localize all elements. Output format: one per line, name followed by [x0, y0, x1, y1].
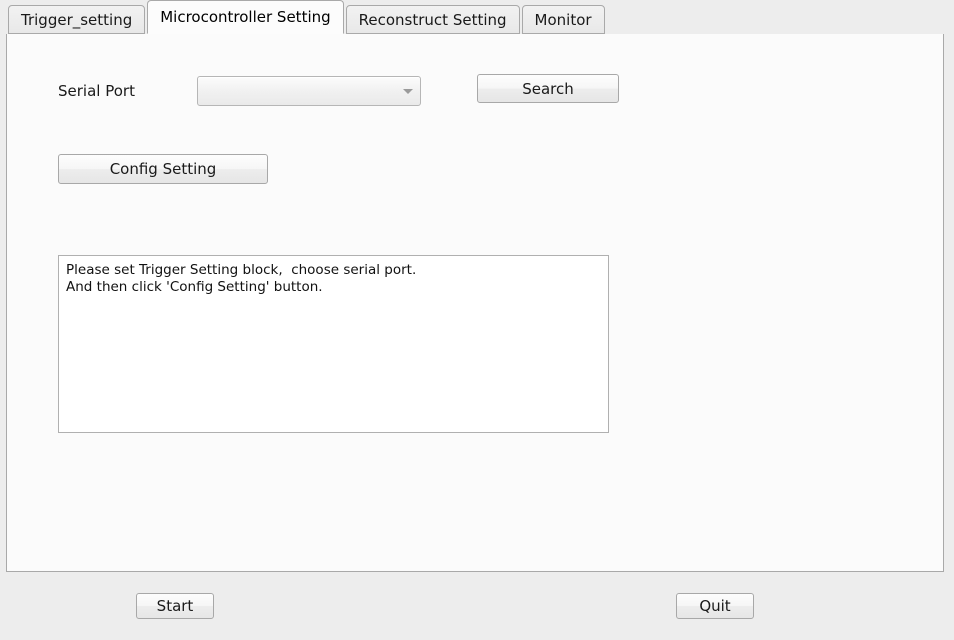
serial-port-select[interactable] [197, 76, 421, 106]
status-log-textarea[interactable]: Please set Trigger Setting block, choose… [58, 255, 609, 433]
start-button[interactable]: Start [136, 593, 214, 619]
config-setting-button[interactable]: Config Setting [58, 154, 268, 184]
tab-bar: Trigger_setting Microcontroller Setting … [0, 0, 954, 34]
tab-trigger-setting[interactable]: Trigger_setting [8, 5, 146, 34]
serial-port-label: Serial Port [58, 82, 135, 100]
tab-reconstruct-setting[interactable]: Reconstruct Setting [345, 5, 520, 34]
chevron-down-icon [396, 88, 420, 94]
quit-button[interactable]: Quit [676, 593, 754, 619]
tab-monitor[interactable]: Monitor [521, 5, 605, 34]
tab-microcontroller-setting[interactable]: Microcontroller Setting [147, 0, 344, 34]
main-content-panel: Serial Port Search Config Setting Please… [6, 33, 944, 572]
search-button[interactable]: Search [477, 74, 619, 103]
